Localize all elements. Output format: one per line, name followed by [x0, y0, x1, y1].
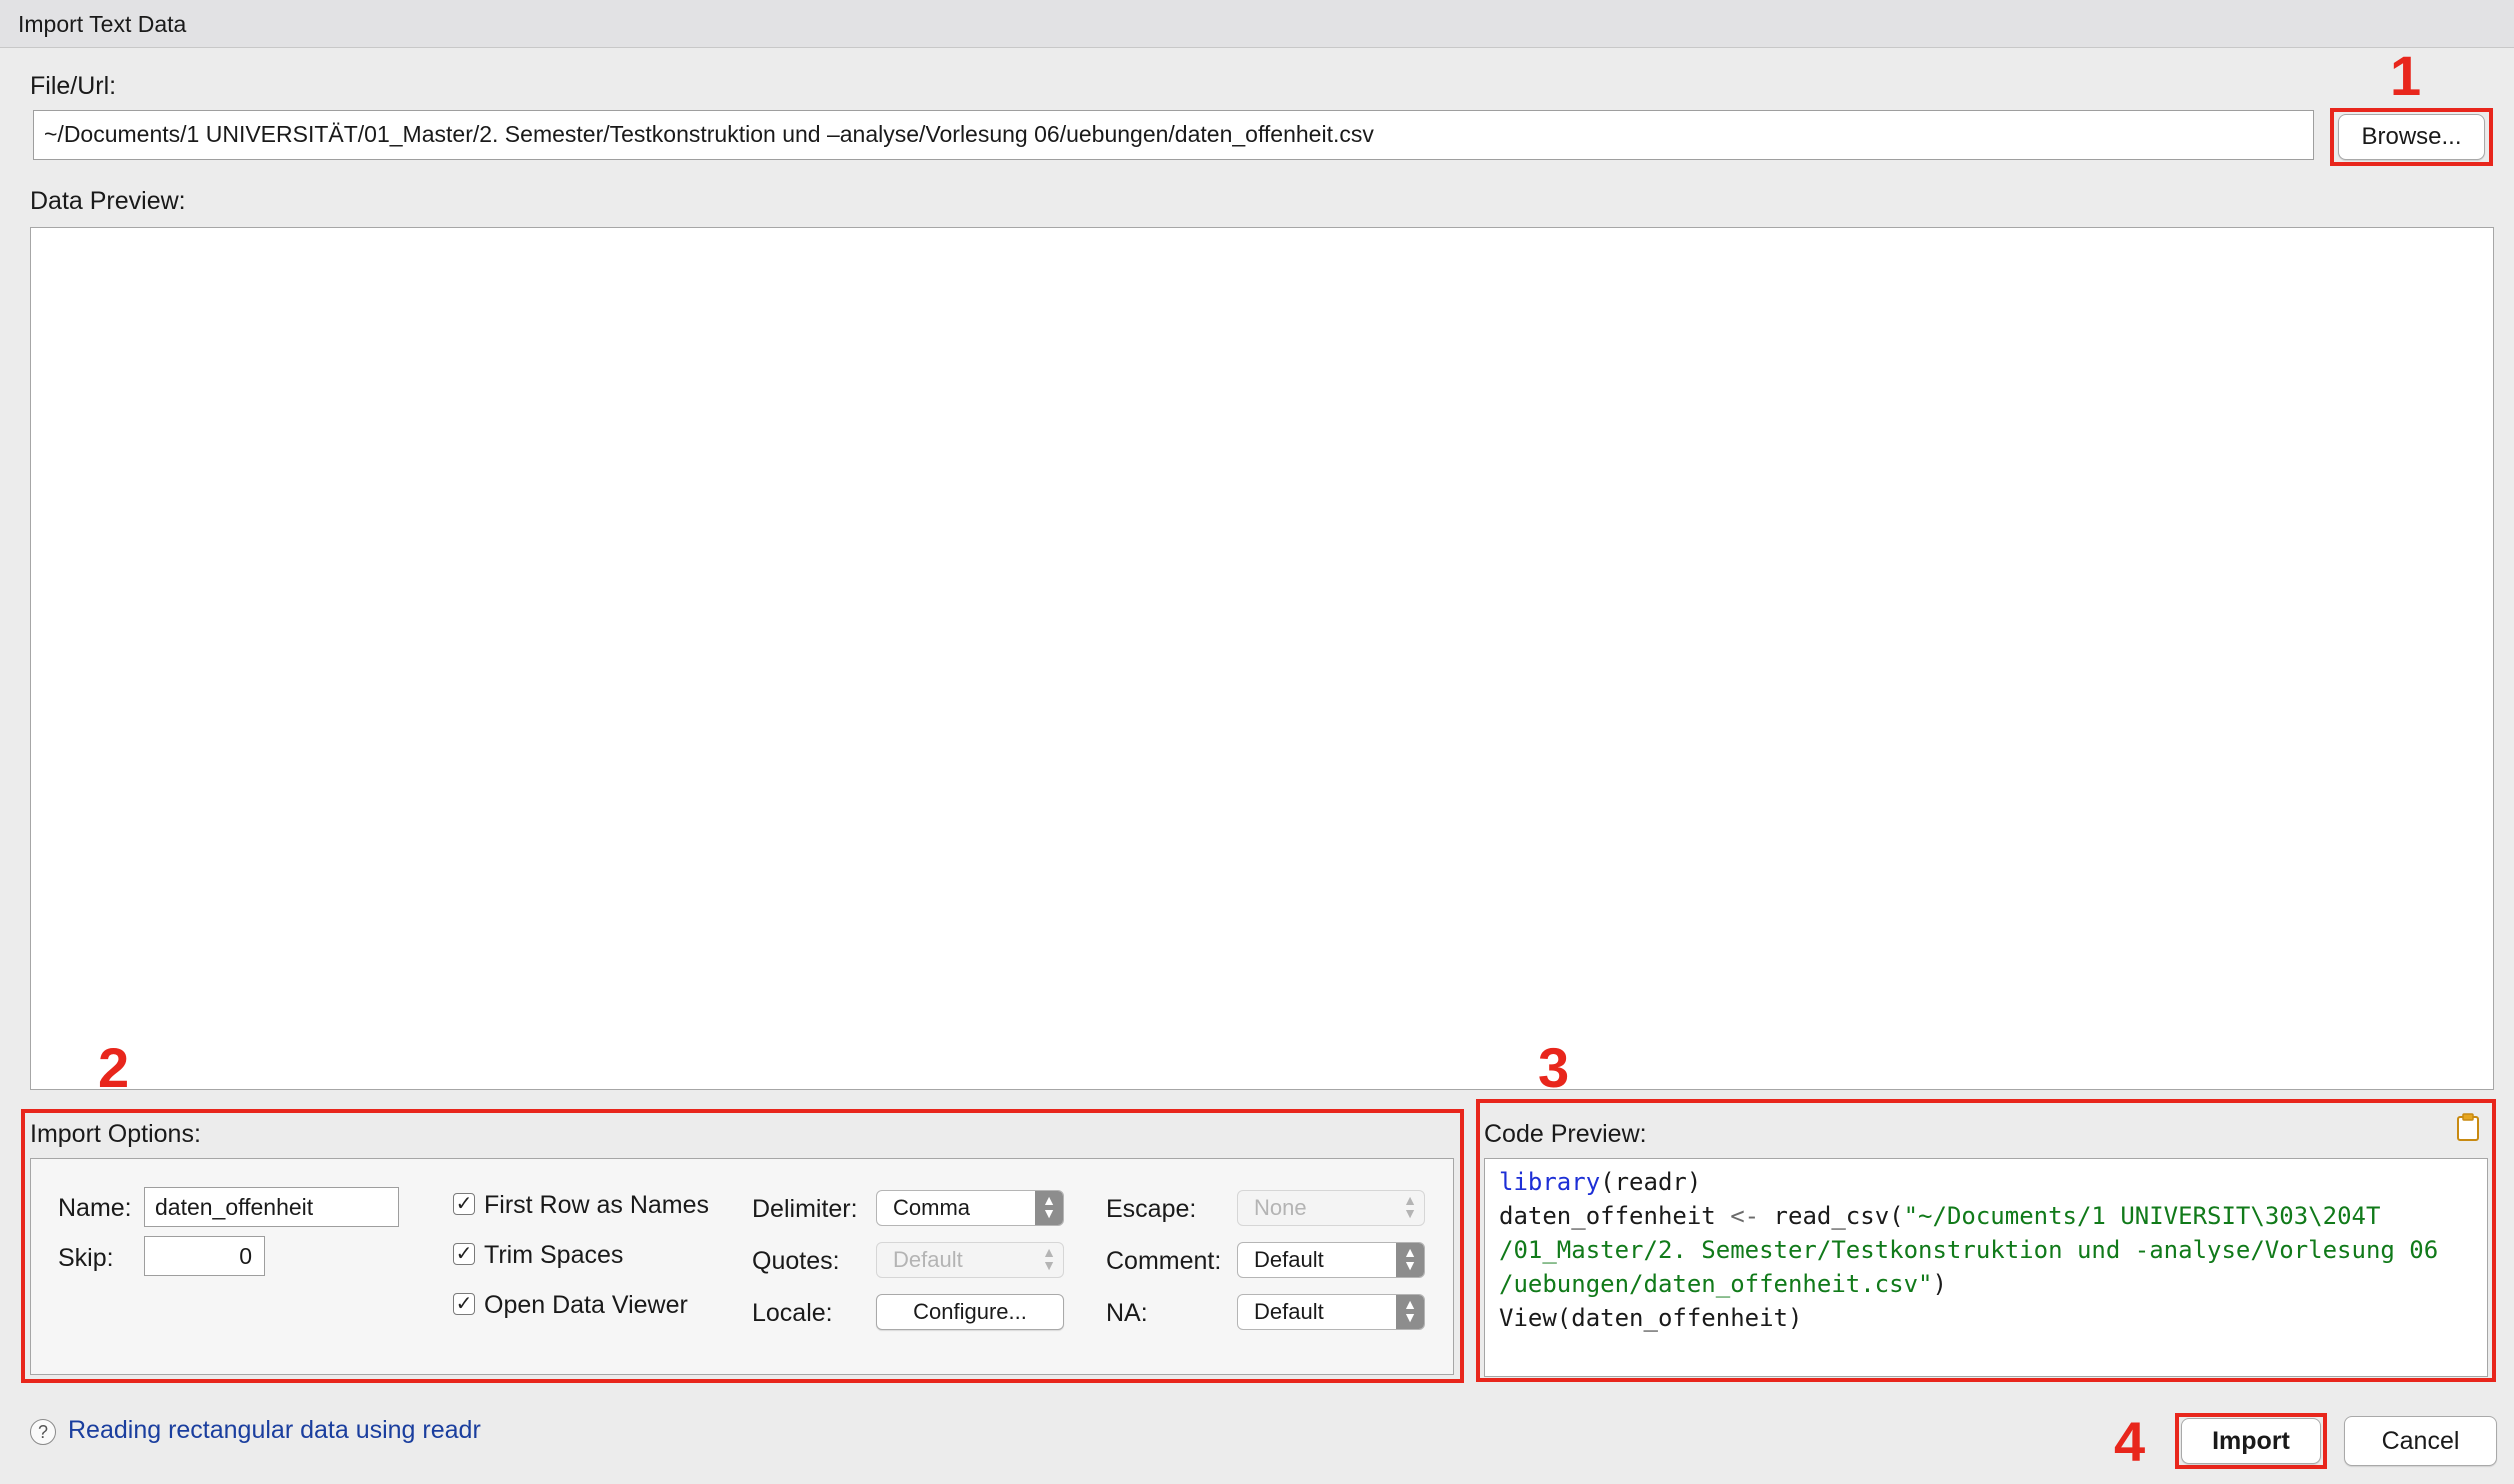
browse-button[interactable]: Browse...: [2338, 114, 2485, 160]
window-title: Import Text Data: [0, 0, 2514, 48]
select-arrows-icon: ▲ ▼: [1396, 1243, 1424, 1277]
code-keyword: library: [1499, 1168, 1601, 1196]
annotation-1: 1: [2390, 44, 2422, 107]
code-line-2-assign: daten_offenheit: [1499, 1202, 1731, 1230]
name-label: Name:: [58, 1194, 132, 1222]
skip-input[interactable]: 0: [144, 1236, 265, 1276]
data-preview-panel: [30, 227, 2494, 1090]
annotation-3: 3: [1538, 1036, 1570, 1099]
trim-spaces-checkbox[interactable]: ✓: [453, 1243, 475, 1265]
code-string-3: /uebungen/daten_offenheit.csv": [1499, 1270, 1933, 1298]
quotes-label: Quotes:: [752, 1247, 840, 1275]
code-line-5: View(daten_offenheit): [1499, 1304, 1803, 1332]
help-icon[interactable]: ?: [30, 1419, 56, 1445]
select-arrows-icon: ▲ ▼: [1035, 1191, 1063, 1225]
select-arrows-icon: ▲ ▼: [1042, 1244, 1056, 1273]
select-arrows-icon: ▲ ▼: [1403, 1192, 1417, 1221]
escape-select[interactable]: None ▲ ▼: [1237, 1190, 1425, 1226]
locale-label: Locale:: [752, 1299, 833, 1327]
code-string-1: "~/Documents/1 UNIVERSIT\303\204T: [1903, 1202, 2381, 1230]
annotation-4: 4: [2114, 1410, 2146, 1473]
skip-label: Skip:: [58, 1244, 114, 1272]
code-line-4-end: ): [1932, 1270, 1947, 1298]
code-string-2: /01_Master/2. Semester/Testkonstruktion …: [1499, 1236, 2439, 1264]
code-line-1-rest: (readr): [1600, 1168, 1702, 1196]
open-viewer-checkbox[interactable]: ✓: [453, 1293, 475, 1315]
import-button[interactable]: Import: [2181, 1418, 2321, 1464]
import-options-label: Import Options:: [30, 1120, 201, 1148]
first-row-checkbox[interactable]: ✓: [453, 1193, 475, 1215]
quotes-value: Default: [893, 1247, 963, 1272]
na-label: NA:: [1106, 1299, 1148, 1327]
code-operator: <-: [1730, 1202, 1760, 1230]
delimiter-select[interactable]: Comma ▲ ▼: [876, 1190, 1064, 1226]
code-preview-text: library(readr) daten_offenheit <- read_c…: [1499, 1165, 2438, 1335]
data-preview-label: Data Preview:: [30, 187, 186, 215]
delimiter-label: Delimiter:: [752, 1195, 858, 1223]
locale-configure-button[interactable]: Configure...: [876, 1294, 1064, 1330]
trim-spaces-label: Trim Spaces: [484, 1241, 624, 1269]
comment-value: Default: [1254, 1247, 1324, 1272]
code-line-2-call: read_csv(: [1759, 1202, 1904, 1230]
annotation-2: 2: [98, 1036, 130, 1099]
delimiter-value: Comma: [893, 1195, 971, 1220]
first-row-label: First Row as Names: [484, 1191, 710, 1219]
quotes-select[interactable]: Default ▲ ▼: [876, 1242, 1064, 1278]
open-viewer-label: Open Data Viewer: [484, 1291, 688, 1319]
na-value: Default: [1254, 1299, 1324, 1324]
code-preview-label: Code Preview:: [1484, 1120, 1647, 1148]
escape-value: None: [1254, 1195, 1307, 1220]
name-input[interactable]: daten_offenheit: [144, 1187, 399, 1227]
readr-help-link[interactable]: Reading rectangular data using readr: [68, 1416, 481, 1445]
cancel-button[interactable]: Cancel: [2344, 1416, 2497, 1466]
select-arrows-icon: ▲ ▼: [1396, 1295, 1424, 1329]
na-select[interactable]: Default ▲ ▼: [1237, 1294, 1425, 1330]
file-url-label: File/Url:: [30, 72, 117, 100]
comment-label: Comment:: [1106, 1247, 1222, 1275]
clipboard-icon[interactable]: [2456, 1112, 2480, 1142]
escape-label: Escape:: [1106, 1195, 1197, 1223]
comment-select[interactable]: Default ▲ ▼: [1237, 1242, 1425, 1278]
file-url-input[interactable]: ~/Documents/1 UNIVERSITÄT/01_Master/2. S…: [33, 110, 2314, 160]
